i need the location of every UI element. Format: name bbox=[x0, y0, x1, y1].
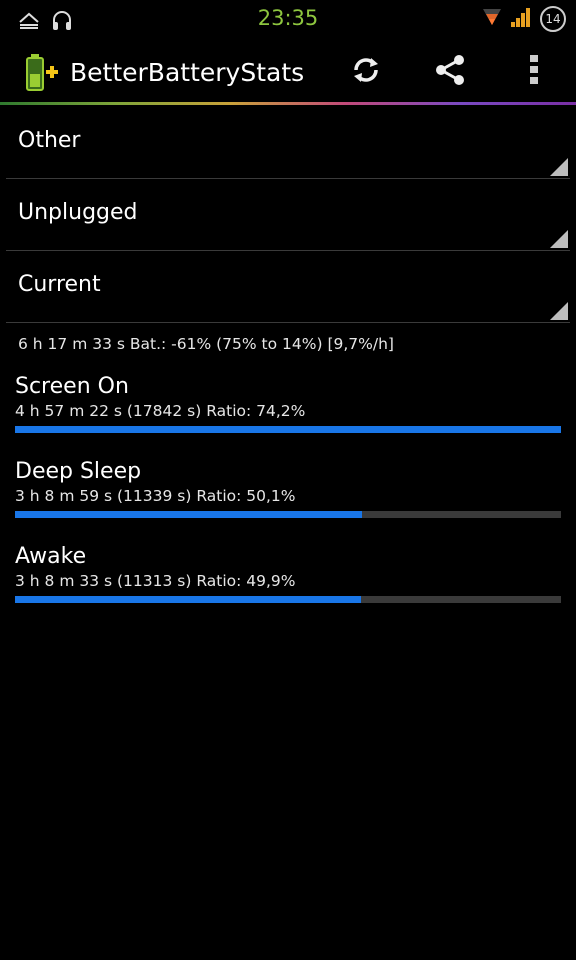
stat-detail: 3 h 8 m 59 s (11339 s) Ratio: 50,1% bbox=[15, 487, 296, 505]
dropdown-triangle-icon bbox=[550, 302, 568, 320]
action-bar-divider bbox=[0, 102, 576, 105]
refresh-icon bbox=[348, 52, 384, 92]
ratio-bar bbox=[15, 511, 561, 518]
ratio-bar bbox=[15, 426, 561, 433]
overflow-menu-button[interactable] bbox=[514, 52, 554, 92]
status-bar: 23:35 14 bbox=[0, 0, 576, 38]
dropdown-triangle-icon bbox=[550, 158, 568, 176]
share-icon bbox=[432, 52, 468, 92]
stat-name: Awake bbox=[15, 544, 87, 569]
status-right-icons: 14 bbox=[482, 6, 566, 32]
ratio-bar-fill bbox=[15, 596, 362, 603]
reference-to-spinner[interactable]: Current bbox=[6, 250, 570, 323]
stat-name: Screen On bbox=[15, 374, 129, 399]
list-item-screen-on[interactable]: Screen On 4 h 57 m 22 s (17842 s) Ratio:… bbox=[15, 374, 561, 433]
battery-summary: 6 h 17 m 33 s Bat.: -61% (75% to 14%) [9… bbox=[18, 335, 394, 353]
app-title: BetterBatteryStats bbox=[70, 58, 305, 87]
stat-name: Deep Sleep bbox=[15, 459, 142, 484]
refresh-button[interactable] bbox=[346, 52, 386, 92]
list-item-awake[interactable]: Awake 3 h 8 m 33 s (11313 s) Ratio: 49,9… bbox=[15, 544, 561, 603]
share-button[interactable] bbox=[430, 52, 470, 92]
notification-count-badge: 14 bbox=[540, 6, 566, 32]
overflow-menu-icon bbox=[528, 53, 540, 91]
ratio-bar-fill bbox=[15, 426, 561, 433]
reference-to-label: Current bbox=[18, 272, 101, 297]
stat-detail: 3 h 8 m 33 s (11313 s) Ratio: 49,9% bbox=[15, 572, 296, 590]
ratio-bar bbox=[15, 596, 561, 603]
battery-plus-icon bbox=[24, 52, 60, 92]
stat-type-spinner[interactable]: Other bbox=[6, 106, 570, 179]
stat-type-label: Other bbox=[18, 128, 81, 153]
reference-from-label: Unplugged bbox=[18, 200, 138, 225]
wifi-icon bbox=[482, 7, 502, 31]
reference-from-spinner[interactable]: Unplugged bbox=[6, 178, 570, 251]
dropdown-triangle-icon bbox=[550, 230, 568, 248]
list-item-deep-sleep[interactable]: Deep Sleep 3 h 8 m 59 s (11339 s) Ratio:… bbox=[15, 459, 561, 518]
stat-detail: 4 h 57 m 22 s (17842 s) Ratio: 74,2% bbox=[15, 402, 306, 420]
action-bar: BetterBatteryStats bbox=[0, 38, 576, 102]
ratio-bar-fill bbox=[15, 511, 362, 518]
signal-icon bbox=[510, 6, 532, 32]
